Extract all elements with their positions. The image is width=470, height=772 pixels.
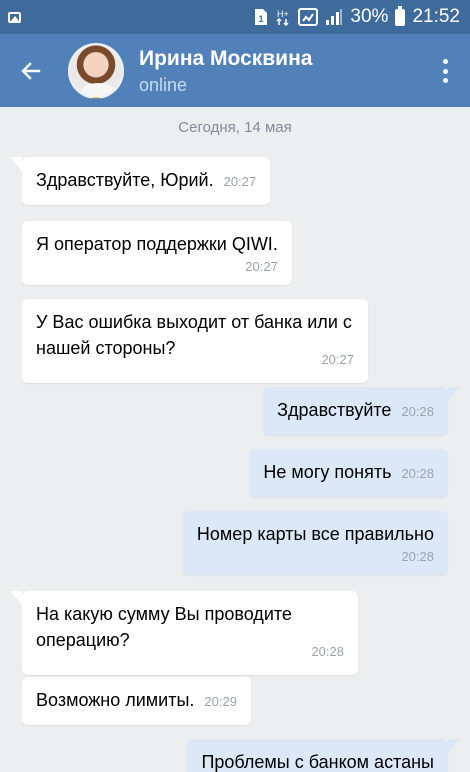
message-text: На какую сумму Вы проводите операцию? — [36, 604, 292, 650]
signal-icon — [325, 8, 343, 26]
message-text: У Вас ошибка выходит от банка или с наше… — [36, 312, 352, 358]
message-outgoing[interactable]: Проблемы с банком астаны — [187, 739, 460, 772]
message-time: 20:27 — [223, 174, 257, 189]
message-time: 20:28 — [311, 644, 344, 659]
chat-header: Ирина Москвина online — [0, 34, 470, 107]
message-outgoing[interactable]: Не могу понять 20:28 — [249, 449, 448, 497]
battery-percent: 30% — [350, 6, 389, 27]
message-time: 20:28 — [401, 549, 434, 564]
message-incoming[interactable]: У Вас ошибка выходит от банка или с наше… — [22, 299, 368, 383]
network-type-label: H+ — [277, 9, 289, 19]
message-text: Здравствуйте, Юрий. — [36, 170, 214, 190]
message-time: 20:27 — [321, 352, 354, 367]
status-left — [8, 11, 21, 23]
message-time: 20:28 — [401, 466, 434, 481]
message-incoming[interactable]: Возможно лимиты. 20:29 — [22, 677, 251, 725]
status-bar: 1 H+ 30% 21:52 — [0, 0, 470, 34]
contact-name: Ирина Москвина — [139, 46, 313, 70]
clock: 21:52 — [412, 6, 460, 27]
date-separator: Сегодня, 14 мая — [178, 119, 292, 136]
gallery-icon — [8, 11, 21, 23]
message-outgoing[interactable]: Номер карты все правильно 20:28 — [182, 511, 448, 575]
message-text: Здравствуйте — [277, 400, 392, 420]
sim-icon: 1 — [254, 8, 268, 26]
contact-status: online — [139, 74, 188, 95]
message-time: 20:29 — [204, 694, 237, 709]
network-type-icon: H+ — [275, 8, 291, 26]
message-text: Номер карты все правильно — [196, 524, 434, 544]
battery-icon — [395, 5, 406, 26]
back-arrow-icon — [21, 61, 41, 80]
message-time: 20:28 — [401, 404, 434, 419]
message-text: Не могу понять — [263, 462, 392, 482]
svg-text:1: 1 — [259, 14, 264, 24]
contact-info[interactable]: Ирина Москвина online — [139, 45, 312, 97]
message-list[interactable]: Сегодня, 14 мая Здравствуйте, Юрий. 20:27… — [0, 107, 470, 772]
message-text: Проблемы с банком астаны — [201, 752, 434, 772]
more-vertical-icon[interactable] — [438, 56, 452, 86]
message-outgoing[interactable]: Здравствуйте 20:28 — [263, 387, 460, 435]
back-button[interactable] — [0, 34, 62, 107]
message-text: Я оператор поддержки QIWI. — [36, 234, 278, 254]
message-incoming[interactable]: На какую сумму Вы проводите операцию? 20:… — [10, 591, 358, 675]
status-right: 1 H+ 30% 21:52 — [254, 5, 460, 28]
network-icon — [298, 8, 319, 26]
message-text: Возможно лимиты. — [36, 690, 195, 710]
message-time: 20:27 — [245, 259, 278, 274]
message-incoming[interactable]: Здравствуйте, Юрий. 20:27 — [9, 157, 271, 205]
avatar[interactable] — [68, 42, 124, 99]
message-incoming[interactable]: Я оператор поддержки QIWI. 20:27 — [22, 221, 292, 285]
